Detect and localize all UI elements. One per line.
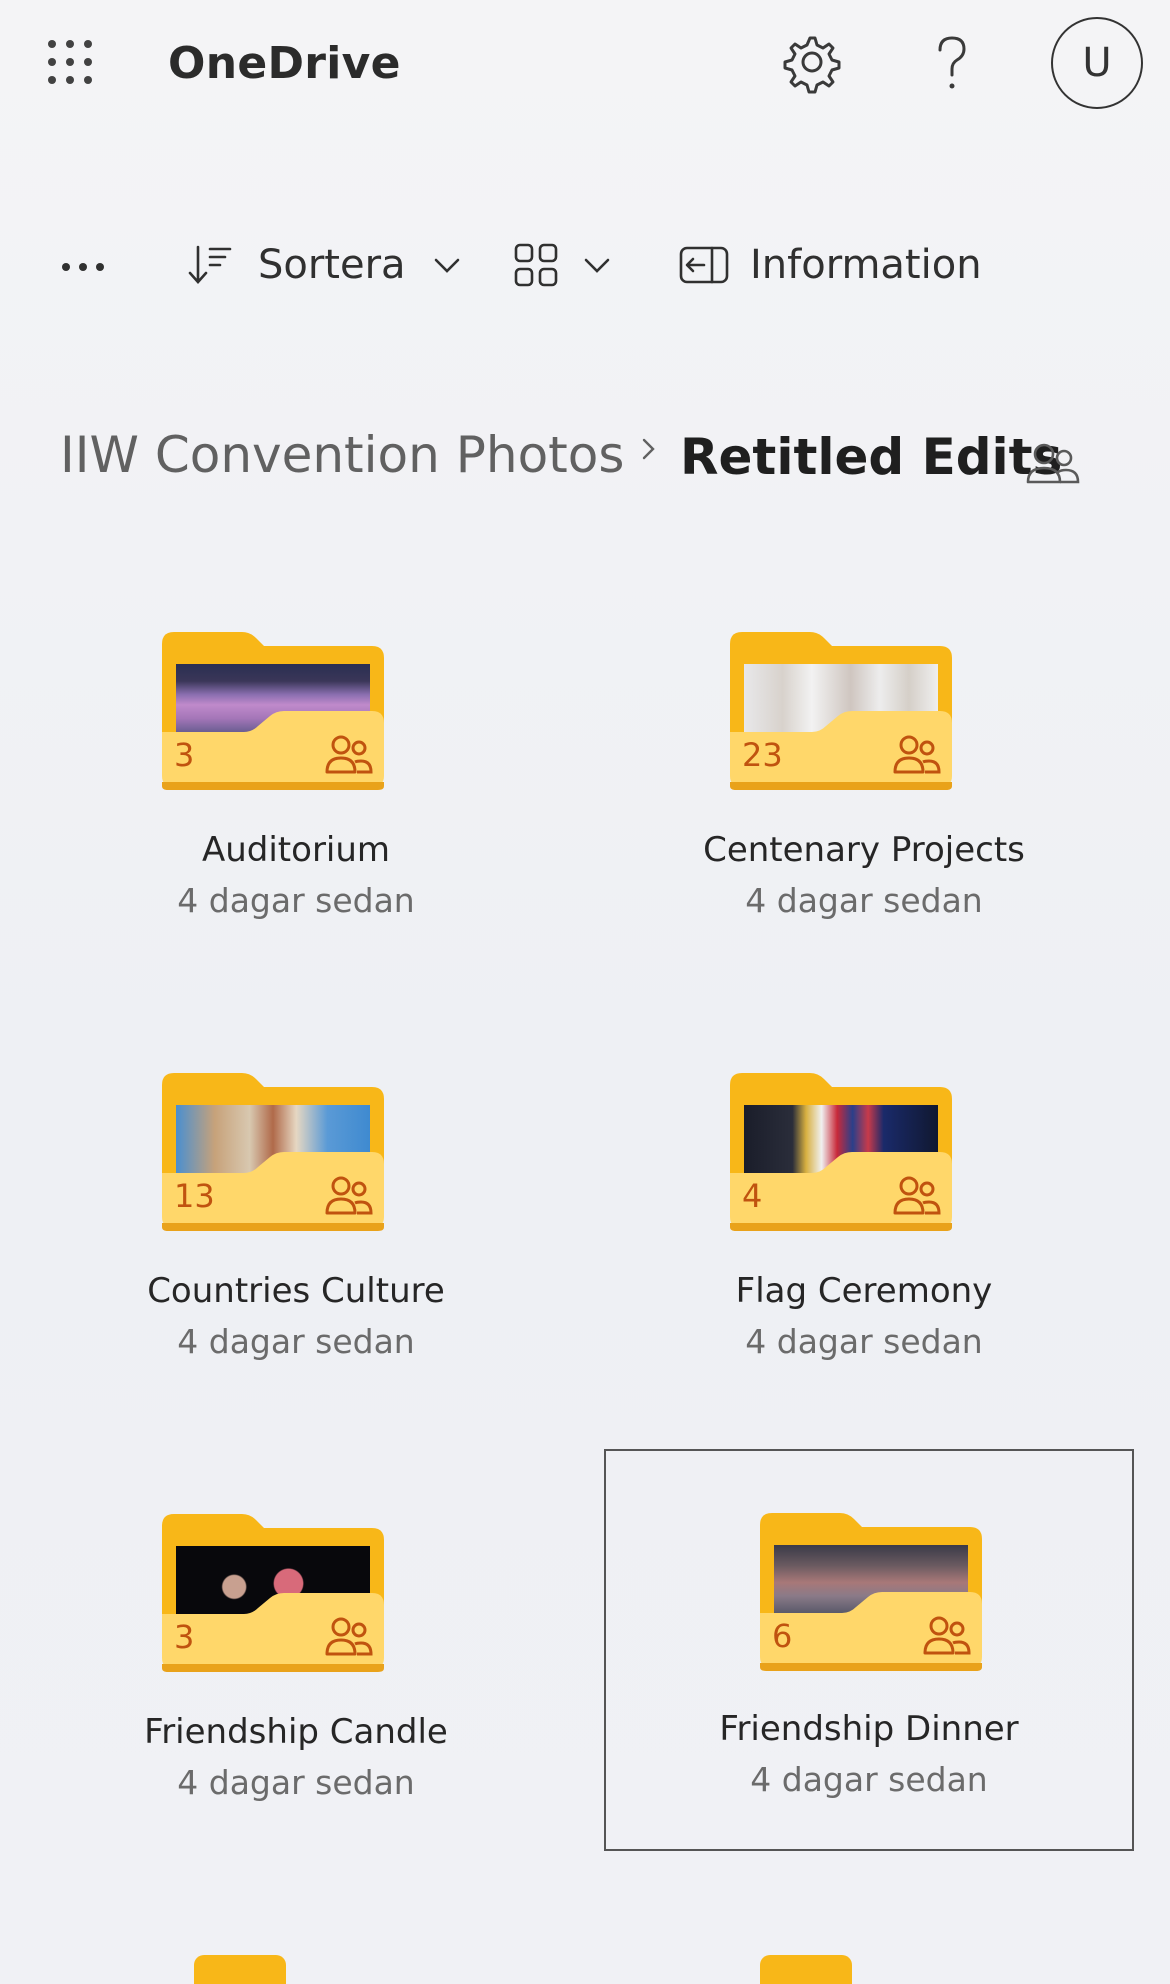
grid-view-icon bbox=[514, 243, 558, 287]
folder-tile[interactable]: 4 Flag Ceremony 4 dagar sedan bbox=[600, 1011, 1128, 1411]
view-options-button[interactable] bbox=[512, 225, 614, 305]
folder-icon: 6 bbox=[760, 1513, 982, 1671]
shared-people-icon bbox=[893, 1176, 941, 1215]
folder-modified-date: 4 dagar sedan bbox=[750, 1760, 988, 1799]
item-count: 3 bbox=[174, 1618, 195, 1656]
more-options-button[interactable] bbox=[62, 225, 113, 305]
sort-label: Sortera bbox=[258, 242, 406, 288]
more-dots-icon bbox=[62, 256, 113, 275]
folder-icon: 13 bbox=[162, 1073, 384, 1231]
folder-icon: 3 bbox=[162, 632, 384, 790]
folder-modified-date: 4 dagar sedan bbox=[745, 1322, 983, 1361]
shared-people-icon bbox=[923, 1616, 971, 1655]
app-launcher-icon[interactable] bbox=[40, 32, 100, 92]
information-label: Information bbox=[750, 242, 982, 288]
app-title[interactable]: OneDrive bbox=[168, 38, 401, 89]
command-bar: Sortera Information bbox=[0, 225, 1170, 305]
item-count: 4 bbox=[742, 1177, 763, 1215]
folder-tile-selected[interactable]: 6 Friendship Dinner 4 dagar sedan bbox=[604, 1449, 1134, 1851]
folder-icon-partial[interactable] bbox=[194, 1955, 286, 1984]
folder-name: Countries Culture bbox=[147, 1271, 445, 1311]
chevron-right-icon bbox=[642, 438, 655, 460]
item-count: 23 bbox=[742, 736, 783, 774]
avatar[interactable]: U bbox=[1051, 17, 1143, 109]
folder-name: Friendship Candle bbox=[144, 1712, 448, 1752]
folder-name: Auditorium bbox=[201, 830, 391, 870]
folder-modified-date: 4 dagar sedan bbox=[745, 881, 983, 920]
folder-icon: 4 bbox=[730, 1073, 952, 1231]
item-count: 13 bbox=[174, 1177, 215, 1215]
folder-name: Centenary Projects bbox=[703, 830, 1025, 870]
breadcrumb-parent[interactable]: IIW Convention Photos bbox=[60, 426, 624, 484]
chevron-down-icon bbox=[434, 258, 459, 273]
shared-people-icon bbox=[893, 735, 941, 774]
shared-people-icon bbox=[1026, 443, 1080, 484]
folder-tile[interactable]: 23 Centenary Projects 4 dagar sedan bbox=[600, 570, 1128, 970]
folder-name: Flag Ceremony bbox=[735, 1271, 993, 1311]
folder-modified-date: 4 dagar sedan bbox=[177, 1763, 415, 1802]
top-bar: OneDrive U bbox=[0, 0, 1170, 140]
folder-tile[interactable]: 3 Auditorium 4 dagar sedan bbox=[32, 570, 560, 970]
breadcrumb-current: Retitled Edits bbox=[680, 428, 1063, 486]
shared-people-icon bbox=[325, 1176, 373, 1215]
folder-tile[interactable]: 3 Friendship Candle 4 dagar sedan bbox=[32, 1452, 560, 1852]
folder-name: Friendship Dinner bbox=[719, 1709, 1019, 1749]
folder-tile[interactable]: 13 Countries Culture 4 dagar sedan bbox=[32, 1011, 560, 1411]
item-count: 6 bbox=[772, 1617, 793, 1655]
folder-modified-date: 4 dagar sedan bbox=[177, 881, 415, 920]
shared-people-icon bbox=[325, 1617, 373, 1656]
info-pane-icon bbox=[679, 246, 729, 284]
settings-gear-icon[interactable] bbox=[778, 30, 842, 94]
folder-icon-partial[interactable] bbox=[760, 1955, 852, 1984]
item-count: 3 bbox=[174, 736, 195, 774]
sort-button[interactable]: Sortera bbox=[186, 225, 464, 305]
breadcrumb: IIW Convention Photos Retitled Edits bbox=[60, 420, 1140, 500]
shared-people-icon bbox=[325, 735, 373, 774]
folder-modified-date: 4 dagar sedan bbox=[177, 1322, 415, 1361]
sort-icon bbox=[188, 245, 232, 284]
folder-icon: 3 bbox=[162, 1514, 384, 1672]
folder-icon: 23 bbox=[730, 632, 952, 790]
information-button[interactable]: Information bbox=[678, 225, 982, 305]
chevron-down-icon bbox=[584, 258, 610, 273]
help-question-icon[interactable] bbox=[920, 30, 984, 94]
